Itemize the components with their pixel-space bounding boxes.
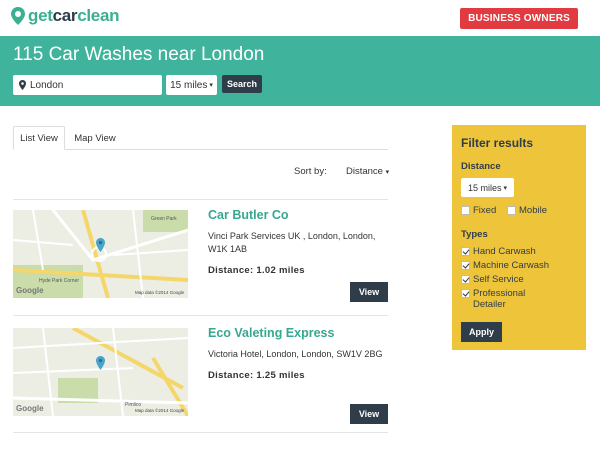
business-owners-button[interactable]: BUSINESS OWNERS	[460, 8, 578, 29]
listing-address: Vinci Park Services UK , London, London,…	[208, 231, 376, 254]
filter-distance-value: 15 miles	[467, 182, 502, 193]
listing-title[interactable]: Eco Valeting Express	[208, 326, 334, 340]
view-button[interactable]: View	[350, 404, 388, 424]
map-pin-icon	[19, 80, 26, 90]
filter-panel: Filter results Distance 15 miles ▾ Fixed…	[452, 125, 586, 350]
listing-distance: Distance: 1.02 miles	[208, 265, 305, 276]
listing-distance: Distance: 1.25 miles	[208, 370, 305, 381]
search-hero: 115 Car Washes near London London 15 mil…	[0, 36, 600, 106]
checkbox-label: Professional Detailer	[473, 288, 526, 310]
apply-button[interactable]: Apply	[461, 322, 502, 342]
listing-title[interactable]: Car Butler Co	[208, 208, 289, 222]
map-marker-icon	[96, 356, 105, 370]
filter-type-professional-detailer[interactable]: Professional Detailer	[461, 288, 541, 310]
checkbox-label: Mobile	[519, 205, 547, 216]
checkbox-checked[interactable]	[461, 289, 470, 298]
filter-title: Filter results	[461, 136, 534, 150]
filter-option-mobile[interactable]: Mobile	[507, 205, 547, 216]
map-image	[13, 328, 188, 416]
checkbox-label: Hand Carwash	[473, 246, 536, 257]
map-credit: Map data ©2014 Google	[135, 290, 185, 295]
filter-type-hand-carwash[interactable]: Hand Carwash	[461, 246, 536, 257]
filter-distance-label: Distance	[461, 161, 501, 172]
tab-list-view[interactable]: List View	[13, 126, 65, 150]
filter-option-fixed[interactable]: Fixed	[461, 205, 496, 216]
caret-down-icon: ▾	[209, 82, 213, 89]
checkbox-checked[interactable]	[461, 247, 470, 256]
divider	[13, 432, 388, 433]
filter-type-self-service[interactable]: Self Service	[461, 274, 524, 285]
view-button[interactable]: View	[350, 282, 388, 302]
search-button[interactable]: Search	[222, 75, 262, 93]
tab-map-view[interactable]: Map View	[68, 126, 122, 150]
listing-card: Pimlico Google Map data ©2014 Google Eco…	[13, 318, 388, 426]
listing-map[interactable]: Green Park Hyde Park Corner Google Map d…	[13, 210, 188, 298]
caret-down-icon: ▾	[385, 169, 390, 176]
listing-card: Green Park Hyde Park Corner Google Map d…	[13, 200, 388, 308]
filter-type-machine-carwash[interactable]: Machine Carwash	[461, 260, 549, 271]
map-label: Hyde Park Corner	[39, 278, 80, 284]
distance-value: 15 miles	[170, 79, 208, 91]
google-logo: Google	[16, 404, 44, 413]
sort-select[interactable]: Distance ▾	[346, 166, 389, 177]
checkbox-label: Self Service	[473, 274, 524, 285]
location-input[interactable]: London	[13, 75, 162, 95]
checkbox-checked[interactable]	[461, 261, 470, 270]
listing-address: Victoria Hotel, London, London, SW1V 2BG	[208, 349, 383, 359]
listing-map[interactable]: Pimlico Google Map data ©2014 Google	[13, 328, 188, 416]
map-credit: Map data ©2014 Google	[135, 408, 185, 413]
filter-distance-select[interactable]: 15 miles ▾	[461, 178, 514, 197]
divider	[13, 315, 388, 316]
page-title: 115 Car Washes near London	[13, 44, 265, 65]
checkbox-label: Fixed	[473, 205, 497, 216]
checkbox-checked[interactable]	[461, 275, 470, 284]
location-value: London	[30, 79, 64, 91]
site-logo[interactable]: getcarclean	[10, 6, 120, 26]
sort-value: Distance	[346, 166, 383, 177]
map-marker-icon	[96, 238, 105, 252]
google-logo: Google	[16, 286, 44, 295]
map-label: Green Park	[151, 216, 177, 222]
map-image	[13, 210, 188, 298]
logo-text: getcarclean	[28, 6, 120, 25]
top-bar: getcarclean BUSINESS OWNERS	[0, 0, 600, 36]
sort-label: Sort by:	[294, 166, 327, 177]
view-tabs: List View Map View	[13, 126, 388, 150]
caret-down-icon: ▾	[503, 184, 508, 192]
checkbox-label: Machine Carwash	[473, 260, 550, 271]
checkbox[interactable]	[461, 206, 470, 215]
map-pin-logo-icon	[11, 7, 25, 25]
distance-select[interactable]: 15 miles ▾	[166, 75, 217, 95]
checkbox[interactable]	[507, 206, 516, 215]
filter-types-label: Types	[461, 229, 488, 240]
